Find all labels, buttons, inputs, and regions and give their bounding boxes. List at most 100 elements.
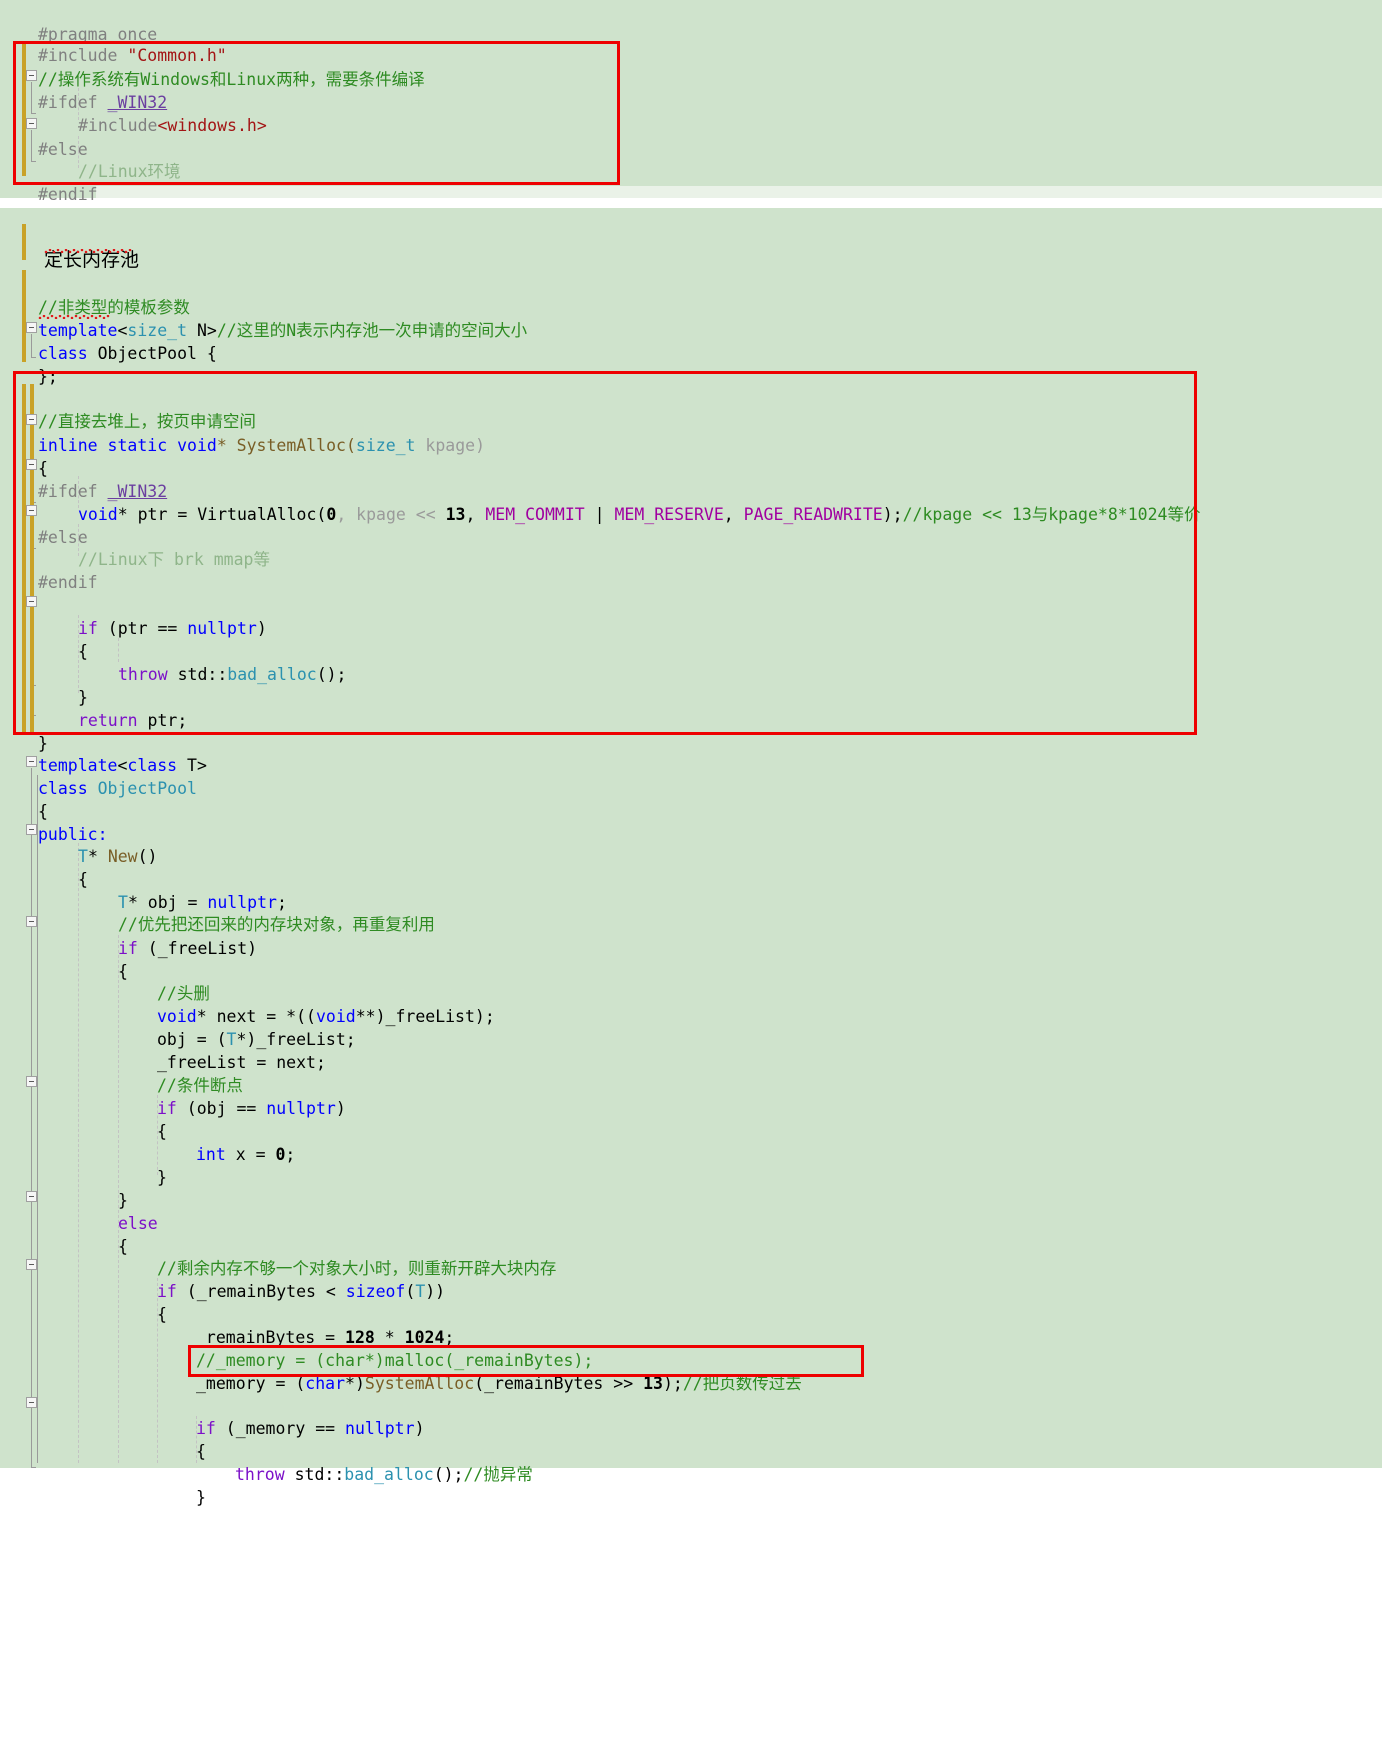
fold-marker-else[interactable]: [26, 118, 37, 129]
token-close-brace-8: }: [196, 1488, 206, 1507]
token-close-brace-1: }: [78, 688, 88, 707]
token-comment-remain: //剩余内存不够一个对象大小时，则重新开辟大块内存: [157, 1259, 557, 1278]
code-line-36[interactable]: {: [0, 937, 128, 981]
token-13: 13: [445, 505, 466, 524]
token-include-2: #include: [78, 116, 158, 135]
token-open-brace-new: {: [78, 870, 88, 889]
token-mem-reserve: MEM_RESERVE: [614, 505, 724, 524]
code-line-12[interactable]: };: [0, 342, 58, 386]
code-line-2[interactable]: #include "Common.h": [0, 21, 227, 65]
fold-marker-class-objectpool-n[interactable]: [26, 322, 37, 333]
token-lt-2: <: [117, 756, 128, 775]
code-line-45[interactable]: }: [0, 1143, 167, 1187]
token-win32-2: _WIN32: [107, 482, 168, 501]
fold-line-class-n: [31, 334, 36, 358]
token-mul: *: [374, 1328, 405, 1347]
token-else-kw: else: [118, 1214, 158, 1233]
code-line-46[interactable]: }: [0, 1166, 128, 1210]
code-line-54[interactable]: _memory = (char*)SystemAlloc(_remainByte…: [0, 1349, 802, 1393]
fold-marker-systemalloc[interactable]: [26, 414, 37, 425]
token-t-type-2: T: [118, 893, 128, 912]
spell-squiggle-template: [38, 315, 110, 319]
code-line-53[interactable]: //_memory = (char*)malloc(_remainBytes);: [0, 1326, 593, 1370]
code-line-39[interactable]: obj = (T*)_freeList;: [0, 1005, 356, 1049]
fold-marker-class-objectpool[interactable]: [26, 756, 37, 767]
token-comment-malloc: //_memory = (char*)malloc(_remainBytes);: [196, 1351, 594, 1370]
token-bad-alloc-2: bad_alloc: [344, 1465, 434, 1484]
code-line-7[interactable]: //Linux环境: [0, 137, 181, 181]
code-line-44[interactable]: int x = 0;: [0, 1120, 295, 1164]
token-include: #include: [38, 46, 128, 65]
token-comma-2: ,: [723, 505, 744, 524]
token-class-kw-3: class: [38, 779, 88, 798]
code-line-41[interactable]: //条件断点: [0, 1051, 243, 1095]
token-comment-n: //这里的N表示内存池一次申请的空间大小: [216, 321, 528, 340]
code-line-57[interactable]: throw std::bad_alloc();//抛异常: [0, 1440, 533, 1484]
token-throw-1: throw: [118, 665, 168, 684]
token-zero-arg: 0: [326, 505, 337, 524]
code-line-33[interactable]: T* obj = nullptr;: [0, 868, 287, 912]
code-line-27[interactable]: template<class T>: [0, 731, 207, 775]
code-line-38[interactable]: void* next = *((void**)_freeList);: [0, 982, 495, 1026]
code-line-48[interactable]: {: [0, 1212, 128, 1256]
fold-marker-if-memory-null[interactable]: [26, 1397, 37, 1408]
code-line-1[interactable]: #pragma once: [0, 0, 157, 44]
token-pipe: |: [584, 505, 615, 524]
code-line-30[interactable]: public:: [0, 800, 108, 844]
token-public: public:: [38, 825, 108, 844]
token-t-param: T>: [177, 756, 207, 775]
code-line-8[interactable]: #endif: [0, 160, 98, 204]
token-freelist-cond: (_freeList): [137, 939, 258, 958]
fold-marker-else-branch[interactable]: [26, 1191, 37, 1202]
code-line-34[interactable]: //优先把还回来的内存块对象，再重复利用: [0, 890, 435, 934]
code-line-43[interactable]: {: [0, 1097, 167, 1141]
token-t-type-3: T: [226, 1030, 237, 1049]
token-close-paren-1: ): [256, 619, 267, 638]
token-comment-heap: //直接去堆上，按页申请空间: [38, 412, 256, 431]
code-line-9[interactable]: //非类型的模板参数: [0, 273, 190, 317]
token-comment-throw: //抛异常: [463, 1465, 533, 1484]
fold-marker-if-ptr-null[interactable]: [26, 596, 37, 607]
token-objectpool-n: ObjectPool {: [87, 344, 217, 363]
fold-marker-if-remainbytes[interactable]: [26, 1259, 37, 1270]
code-line-51[interactable]: {: [0, 1280, 167, 1324]
code-line-10[interactable]: template<size_t N>//这里的N表示内存池一次申请的空间大小: [0, 296, 527, 340]
change-bar-5: [30, 384, 34, 734]
token-pragma: #pragma once: [38, 25, 158, 44]
token-sizeof: sizeof: [345, 1282, 406, 1301]
code-line-52[interactable]: _remainBytes = 128 * 1024;: [0, 1303, 454, 1347]
token-remainbytes-assign: _remainBytes =: [196, 1328, 346, 1347]
fold-marker-if-obj-null[interactable]: [26, 1076, 37, 1087]
fold-marker-ifdef[interactable]: [26, 70, 37, 81]
fold-marker-else-2[interactable]: [26, 505, 37, 516]
token-obj-cmp: (obj ==: [176, 1099, 267, 1118]
token-comment-reuse: //优先把还回来的内存块对象，再重复利用: [118, 915, 435, 934]
change-bar-heading: [22, 224, 26, 254]
code-line-49[interactable]: //剩余内存不够一个对象大小时，则重新开辟大块内存: [0, 1234, 556, 1278]
row-gap-bottom: [0, 1468, 1382, 1763]
token-open-brace-2: {: [118, 962, 128, 981]
code-line-37[interactable]: //头删: [0, 959, 210, 1003]
token-comment-linux: //Linux环境: [78, 162, 181, 181]
token-open-brace-6: {: [157, 1305, 167, 1324]
code-line-40[interactable]: _freeList = next;: [0, 1028, 326, 1072]
token-if-freelist: if: [118, 939, 138, 958]
code-line-32[interactable]: {: [0, 845, 88, 889]
token-class-kw: class: [38, 344, 88, 363]
code-line-5[interactable]: #include<windows.h>: [0, 91, 267, 135]
fold-marker-if-freelist[interactable]: [26, 916, 37, 927]
code-line-29[interactable]: {: [0, 777, 48, 821]
fold-marker-new[interactable]: [26, 824, 37, 835]
token-template-2: template: [38, 756, 118, 775]
indent-guide-sa-4: [118, 638, 119, 662]
fold-marker-ifdef-2[interactable]: [26, 459, 37, 470]
code-editor[interactable]: #pragma once #include "Common.h" //操作系统有…: [0, 0, 1382, 1763]
token-comma-1: ,: [465, 505, 486, 524]
token-inline-static-void: inline static void: [38, 436, 217, 455]
token-objectpool-name: ObjectPool: [87, 779, 197, 798]
token-nullptr-2: nullptr: [207, 893, 277, 912]
token-close-brace-4: }: [118, 1191, 128, 1210]
code-line-56[interactable]: {: [0, 1417, 206, 1461]
code-line-3[interactable]: //操作系统有Windows和Linux两种，需要条件编译: [0, 45, 425, 89]
token-13-2: 13: [643, 1374, 663, 1393]
